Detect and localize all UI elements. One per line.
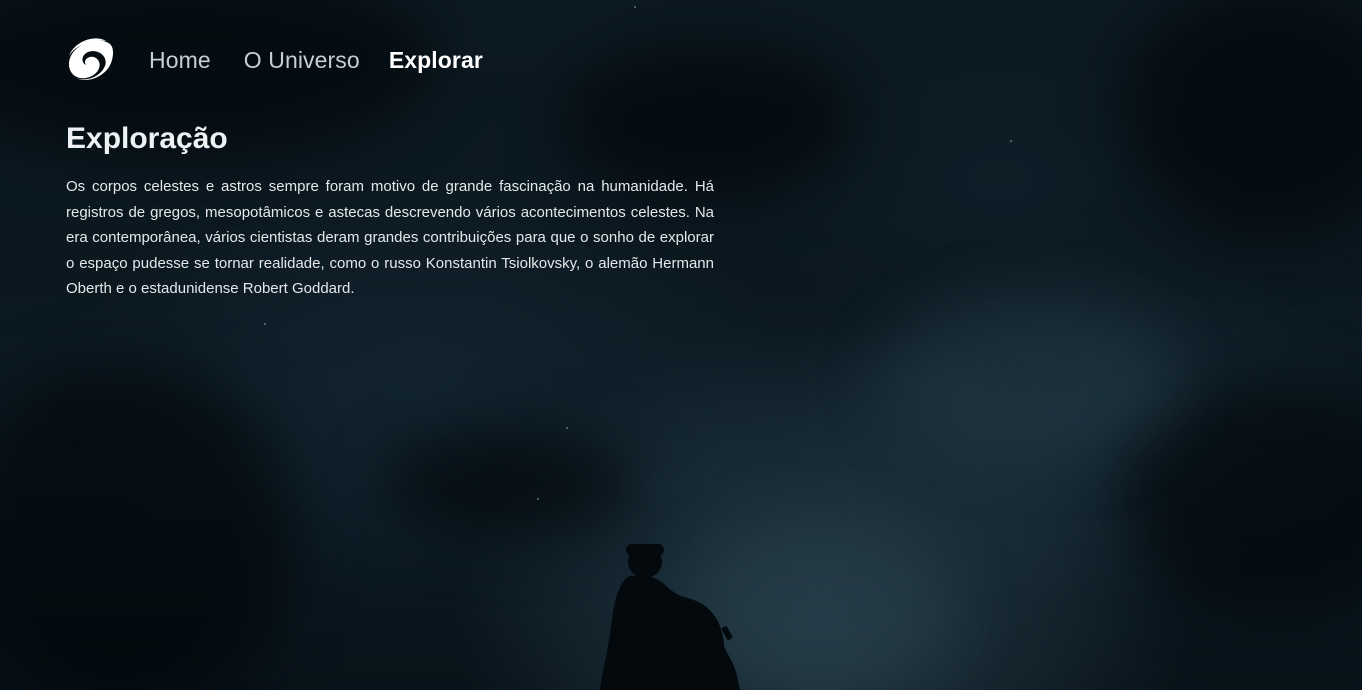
star: [264, 323, 266, 325]
page-background: Home O Universo Explorar Exploração Os c…: [0, 0, 1362, 690]
background-cloud: [880, 300, 1180, 460]
nav-universe-link[interactable]: O Universo: [244, 47, 360, 74]
star: [634, 6, 636, 8]
top-navigation: Home O Universo Explorar: [66, 38, 483, 82]
star: [537, 498, 539, 500]
background-cloud: [0, 360, 300, 690]
spiral-galaxy-icon[interactable]: [66, 38, 116, 82]
page-title: Exploração: [66, 122, 228, 155]
main-content: Exploração Os corpos celestes e astros s…: [66, 120, 714, 302]
background-cloud: [380, 430, 640, 540]
nav-home-link[interactable]: Home: [149, 47, 211, 74]
nav-explore-link[interactable]: Explorar: [389, 47, 483, 74]
background-cloud: [1120, 0, 1362, 240]
star: [1010, 140, 1012, 142]
intro-paragraph: Os corpos celestes e astros sempre foram…: [66, 178, 714, 297]
star: [566, 427, 568, 429]
person-silhouette-image: [600, 544, 740, 690]
